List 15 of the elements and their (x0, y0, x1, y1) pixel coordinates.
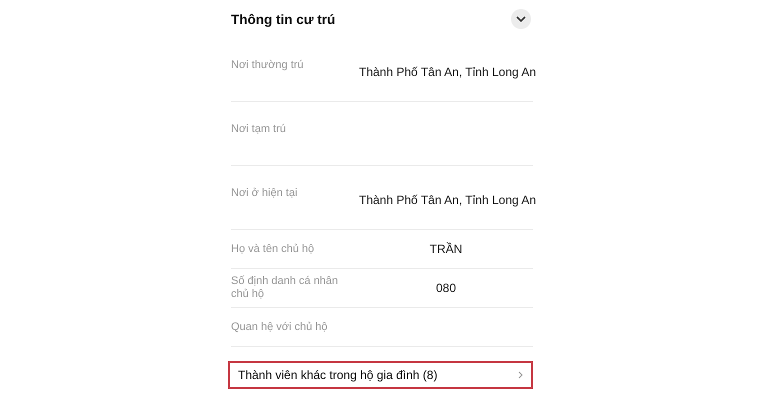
field-label: Nơi ở hiện tại (231, 187, 298, 200)
chevron-down-icon (516, 16, 526, 22)
collapse-toggle[interactable] (511, 9, 531, 29)
field-value: 080 (434, 281, 458, 295)
field-label: Nơi thường trú (231, 59, 305, 72)
field-label: Nơi tạm trú (231, 123, 287, 136)
chevron-icon (518, 371, 523, 379)
field-value: TRẦN (428, 242, 464, 256)
family-members-link[interactable]: Thành viên khác trong hộ gia đình (8) (228, 361, 533, 389)
field-value: Thành Phố Tân An, Tỉnh Long An (359, 65, 536, 79)
section-title: Thông tin cư trú (231, 12, 336, 26)
field-value: Thành Phố Tân An, Tỉnh Long An (359, 193, 536, 207)
field-label: Quan hệ với chủ hộ (231, 320, 328, 334)
field-label: Họ và tên chủ hộ (231, 242, 316, 256)
field-label: Số định danh cá nhân chủ hộ (231, 275, 340, 301)
